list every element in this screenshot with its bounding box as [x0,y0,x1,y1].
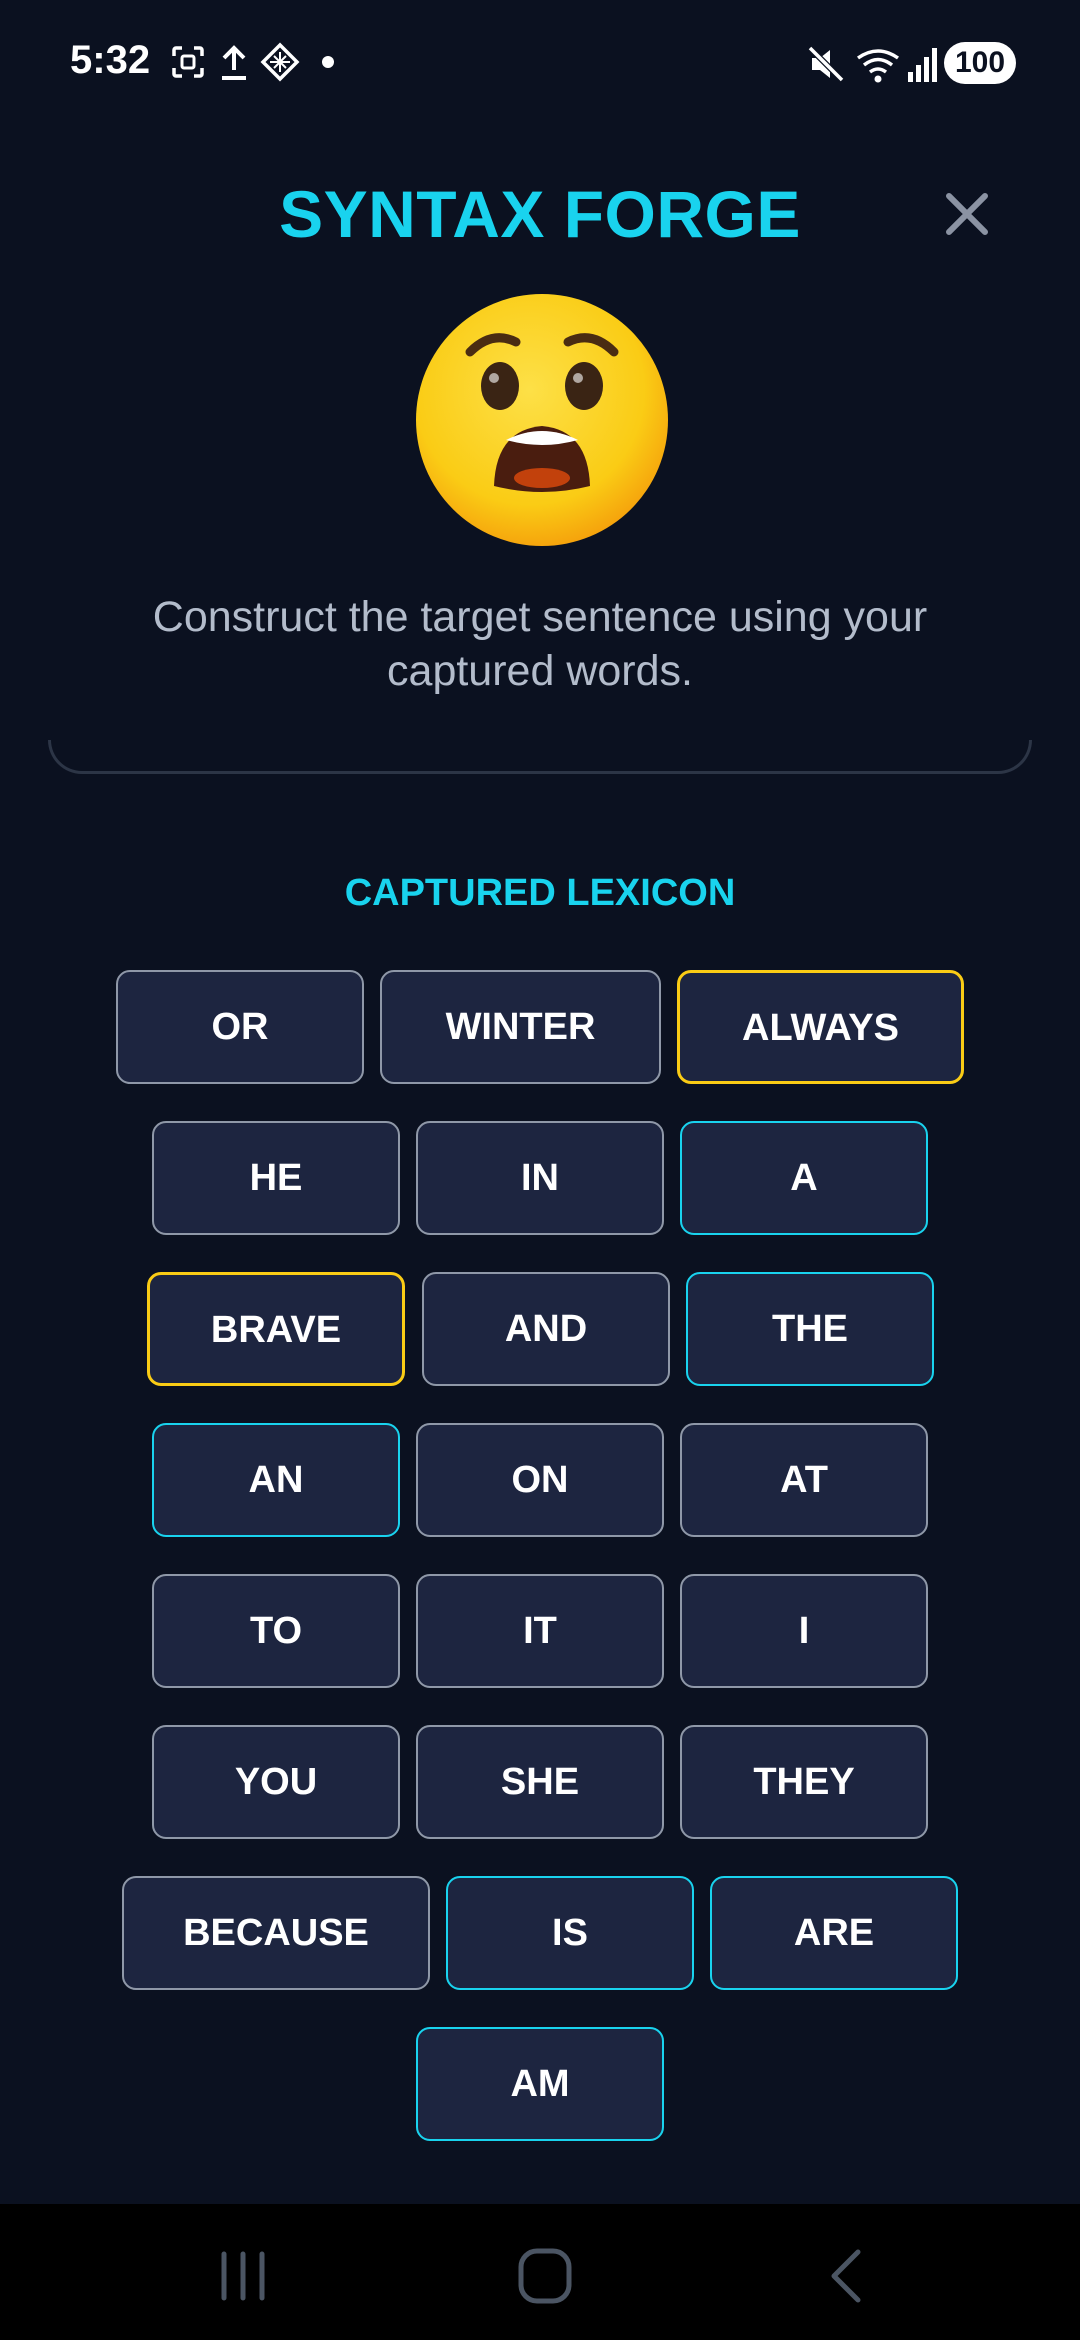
word-tile-brave[interactable]: BRAVE [147,1272,405,1386]
status-time: 5:32 [70,38,151,82]
word-tile-winter[interactable]: WINTER [380,970,661,1084]
word-tile-or[interactable]: OR [116,970,364,1084]
dot-icon [322,56,334,68]
recent-apps-icon[interactable] [208,2244,278,2308]
home-icon[interactable] [510,2244,580,2308]
word-tile-they[interactable]: THEY [680,1725,928,1839]
screenshot-icon [172,46,204,78]
anguished-face-icon [416,294,668,546]
signal-icon [908,48,937,82]
word-tile-you[interactable]: YOU [152,1725,400,1839]
word-tile-on[interactable]: ON [416,1423,664,1537]
upload-icon [222,45,246,80]
word-tile-is[interactable]: IS [446,1876,694,1990]
divider [48,740,1032,774]
word-tile-he[interactable]: HE [152,1121,400,1235]
word-tile-am[interactable]: AM [416,2027,664,2141]
app-screen: 5:32 100 SYNTAX FORGE Construct the targ… [0,0,1080,2340]
word-tile-in[interactable]: IN [416,1121,664,1235]
app-icon [260,42,300,82]
word-tile-at[interactable]: AT [680,1423,928,1537]
word-tile-always[interactable]: ALWAYS [677,970,964,1084]
back-icon[interactable] [812,2244,882,2308]
word-tile-it[interactable]: IT [416,1574,664,1688]
mute-icon [807,45,845,83]
word-tile-the[interactable]: THE [686,1272,934,1386]
instruction-text: Construct the target sentence using your… [152,593,928,695]
word-tile-and[interactable]: AND [422,1272,670,1386]
close-icon[interactable] [937,184,997,244]
lexicon-title: CAPTURED LEXICON [344,872,736,914]
page-title: SYNTAX FORGE [279,177,801,251]
status-bar: 5:32 100 [0,0,1080,130]
word-tile-to[interactable]: TO [152,1574,400,1688]
word-tile-she[interactable]: SHE [416,1725,664,1839]
word-tile-because[interactable]: BECAUSE [122,1876,430,1990]
battery-indicator: 100 [944,42,1016,84]
word-tile-a[interactable]: A [680,1121,928,1235]
word-tile-are[interactable]: ARE [710,1876,958,1990]
word-tile-an[interactable]: AN [152,1423,400,1537]
word-tile-i[interactable]: I [680,1574,928,1688]
wifi-icon [856,49,900,83]
